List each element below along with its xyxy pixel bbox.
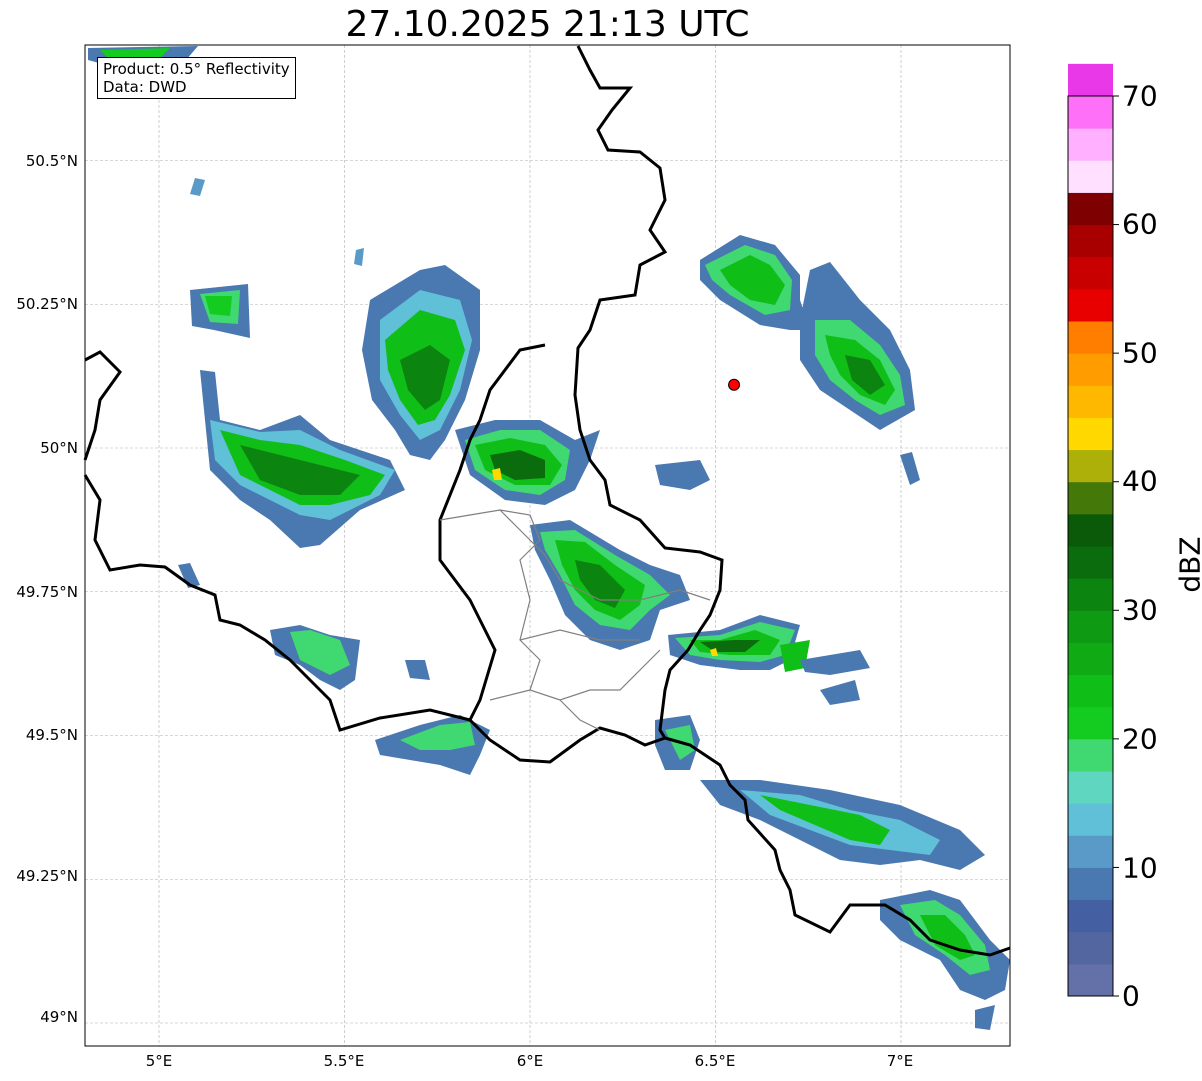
colorbar-tick-20: 20 bbox=[1122, 722, 1158, 756]
lat-label-50: 50°N bbox=[40, 439, 78, 457]
lat-label-50-25: 50.25°N bbox=[16, 295, 78, 313]
colorbar-segment bbox=[1068, 417, 1113, 451]
echo-cluster-south bbox=[375, 715, 700, 775]
colorbar-segment bbox=[1068, 128, 1113, 161]
echo-cluster-central bbox=[455, 420, 600, 505]
colorbar-segment bbox=[1068, 642, 1113, 676]
colorbar-segment bbox=[1068, 867, 1113, 901]
colorbar-segment bbox=[1068, 674, 1113, 708]
colorbar-unit-label: dBZ bbox=[1173, 536, 1202, 593]
colorbar-tick-70: 70 bbox=[1122, 79, 1158, 113]
colorbar-segment bbox=[1068, 321, 1113, 354]
echo-cluster-center-south bbox=[530, 520, 690, 650]
colorbar-tick-30: 30 bbox=[1122, 593, 1158, 627]
colorbar-segment bbox=[1068, 963, 1113, 997]
border-west bbox=[83, 350, 122, 461]
colorbar-segment bbox=[1068, 835, 1113, 868]
colorbar-segment bbox=[1068, 610, 1113, 643]
echo-cluster-north-center bbox=[354, 248, 480, 460]
colorbar-tick-60: 60 bbox=[1122, 207, 1158, 241]
radar-site-marker bbox=[728, 378, 741, 391]
colorbar-segment bbox=[1068, 771, 1113, 804]
colorbar-segment bbox=[1068, 256, 1113, 290]
echo-cluster-east bbox=[668, 615, 870, 705]
colorbar-segment bbox=[1068, 899, 1113, 933]
colorbar-segment bbox=[1068, 385, 1113, 418]
lon-label-7: 7°E bbox=[886, 1052, 914, 1070]
echo-cluster-sw bbox=[178, 563, 430, 690]
product-info-box: Product: 0.5° Reflectivity Data: DWD bbox=[97, 57, 296, 99]
lat-label-49-75: 49.75°N bbox=[16, 583, 78, 601]
lat-label-49-25: 49.25°N bbox=[16, 867, 78, 885]
colorbar-segment bbox=[1068, 513, 1113, 547]
colorbar-tick-10: 10 bbox=[1122, 851, 1158, 885]
colorbar-segment bbox=[1068, 578, 1113, 611]
colorbar-segment bbox=[1068, 449, 1113, 483]
lon-label-6: 6°E bbox=[516, 1052, 544, 1070]
colorbar-segment bbox=[1068, 160, 1113, 193]
echo-cluster-ne bbox=[655, 235, 920, 490]
colorbar-segment bbox=[1068, 931, 1113, 965]
colorbar-segment bbox=[1068, 803, 1113, 836]
lat-label-50-5: 50.5°N bbox=[25, 152, 78, 170]
colorbar-segment bbox=[1068, 63, 1113, 97]
colorbar-tick-40: 40 bbox=[1122, 464, 1158, 498]
data-source-label: Data: DWD bbox=[103, 78, 187, 96]
colorbar-segment bbox=[1068, 96, 1113, 129]
colorbar-segment bbox=[1068, 288, 1113, 322]
colorbar-segment bbox=[1068, 224, 1113, 258]
lon-label-5-5: 5.5°E bbox=[323, 1052, 365, 1070]
lon-label-6-5: 6.5°E bbox=[694, 1052, 736, 1070]
colorbar-segment bbox=[1068, 192, 1113, 226]
lat-label-49: 49°N bbox=[40, 1008, 78, 1026]
lon-label-5: 5°E bbox=[145, 1052, 173, 1070]
radar-echoes bbox=[88, 46, 1010, 1030]
colorbar-segment bbox=[1068, 706, 1113, 740]
colorbar-segment bbox=[1068, 546, 1113, 579]
colorbar-tick-0: 0 bbox=[1122, 979, 1140, 1013]
colorbar bbox=[1067, 63, 1119, 997]
radar-map bbox=[83, 44, 1119, 1047]
lat-label-49-5: 49.5°N bbox=[25, 726, 78, 744]
colorbar-segment bbox=[1068, 353, 1113, 386]
colorbar-segment bbox=[1068, 481, 1113, 515]
colorbar-segment bbox=[1068, 738, 1113, 772]
product-label: Product: 0.5° Reflectivity bbox=[103, 60, 290, 78]
colorbar-tick-50: 50 bbox=[1122, 336, 1158, 370]
